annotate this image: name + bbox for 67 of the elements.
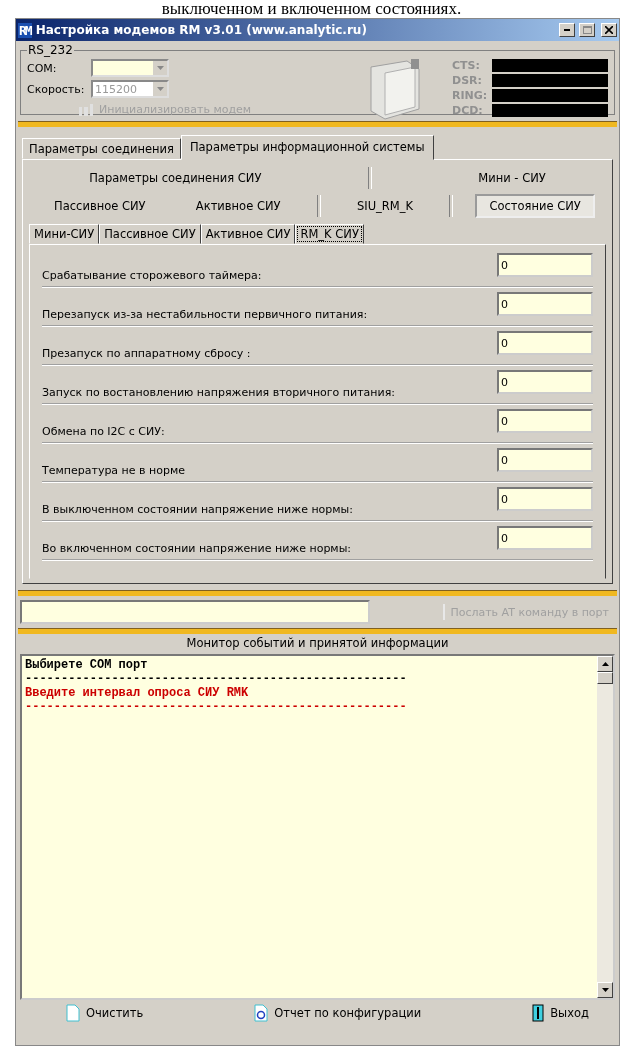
counter-field[interactable]: 0 [497,487,593,511]
window-title: Настройка модемов RM v3.01 (www.analytic.ru) [35,23,368,37]
field-label: Во включенном состоянии напряжение ниже нормы: [42,542,352,555]
tab[interactable]: Параметры информационной системы [180,135,434,160]
maximize-icon [582,26,592,34]
section-button[interactable]: SIU_RM_K [342,194,427,218]
minimize-icon [564,29,570,31]
com-label: COM: [27,61,58,75]
field-label: Презапуск по аппаратному сбросу : [42,347,251,360]
section-button[interactable]: Параметры соединения СИУ [75,166,276,190]
com-dropdown[interactable] [91,59,169,77]
field-label: Срабатывание сторожевого таймера: [42,269,262,282]
scrollbar[interactable] [597,656,613,998]
splitter-bar[interactable] [18,628,617,634]
log-line: ----------------------------------------------------- [25,672,407,686]
tab[interactable]: RM_K СИУ [295,224,364,244]
scroll-down-icon [601,988,609,992]
monitor-title: Монитор событий и принятой информации [185,636,450,652]
field-label: Перезапуск из-за нестабильности первичного питания: [42,308,368,321]
counter-field[interactable]: 0 [497,526,593,550]
signal-label: CTS: [452,59,481,72]
group-title: RS_232 [27,43,74,57]
field-label: Температура не в норме [42,464,185,477]
log-line: Выбирете COM порт [25,658,148,672]
counter-field[interactable]: 0 [497,292,593,316]
signal-label: RING: [452,89,489,102]
signal-label: DCD: [452,104,484,117]
splitter-bar[interactable] [18,590,617,596]
maximize-button[interactable] [579,23,595,37]
document-icon [66,1004,80,1022]
splitter-bar[interactable] [18,121,617,127]
speed-label: Скорость: [27,82,85,96]
scroll-thumb[interactable] [597,672,613,684]
at-command-field[interactable] [20,600,370,624]
footer-button[interactable]: Выход [532,1004,589,1022]
document-caption: выключенном и включенном состояниях. [160,0,463,18]
counter-field[interactable]: 0 [497,370,593,394]
log-line: ----------------------------------------------------- [25,700,407,714]
field-label: Обмена по I2C с СИУ: [42,425,165,438]
minimize-button[interactable] [559,23,575,37]
close-icon [605,26,613,34]
field-label: В выключенном состоянии напряжение ниже нормы: [42,503,353,516]
counter-field[interactable]: 0 [497,409,593,433]
app-logo: RM [18,22,32,38]
tab[interactable]: Параметры соединения [22,138,181,159]
section-button[interactable]: Пассивное СИУ [40,194,160,218]
close-button[interactable] [601,23,617,37]
counter-field[interactable]: 0 [497,253,593,277]
section-button[interactable]: Состояние СИУ [475,194,595,218]
door-icon [532,1004,545,1022]
refresh-document-icon [254,1004,269,1022]
init-icon [79,104,95,116]
log-line: Введите интервал опроса СИУ RMK [25,686,249,700]
section-button[interactable]: Мини - СИУ [464,166,560,190]
footer-button[interactable]: Очистить [66,1004,144,1022]
dropdown-arrow-icon [156,66,164,70]
tab[interactable]: Пассивное СИУ [99,224,201,244]
section-button[interactable]: Активное СИУ [181,194,295,218]
field-label: Запуск по востановлению напряжения вторичного питания: [42,386,395,399]
counter-field[interactable]: 0 [497,448,593,472]
counter-field[interactable]: 0 [497,331,593,355]
tab[interactable]: Мини-СИУ [29,224,100,244]
dropdown-arrow-icon [156,87,164,91]
scroll-up-icon [601,662,609,666]
signal-label: DSR: [452,74,483,87]
footer-button[interactable]: Отчет по конфигурации [254,1004,422,1022]
tab[interactable]: Активное СИУ [200,224,296,244]
